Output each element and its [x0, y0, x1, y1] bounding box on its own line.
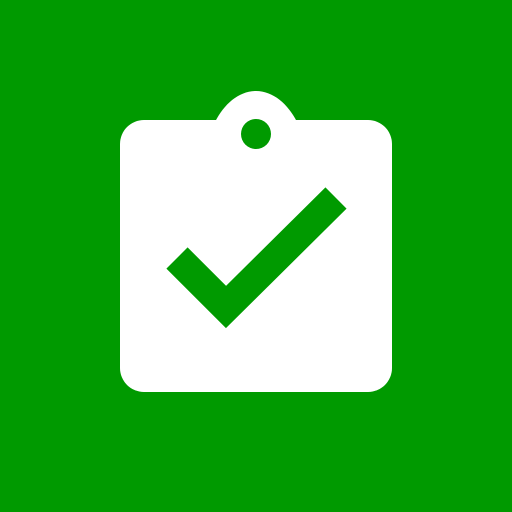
clipboard-hole — [241, 119, 271, 149]
clipboard-body — [120, 120, 392, 392]
app-icon — [0, 0, 512, 512]
clipboard-check-icon — [0, 0, 512, 512]
